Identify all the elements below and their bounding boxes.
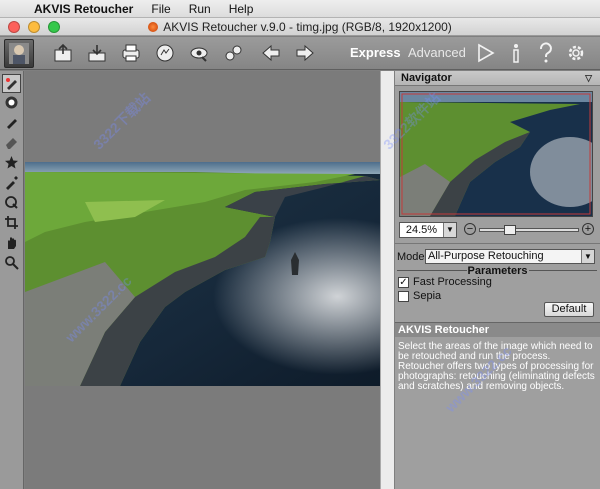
mode-row: Mode: All-Purpose Retouching ▼ [395, 243, 600, 265]
menu-app-name[interactable]: AKVIS Retoucher [34, 2, 133, 16]
help-title: AKVIS Retoucher [395, 322, 600, 337]
tool-palette [0, 71, 24, 489]
settings-panel: Navigator ▽ 24.5% ▼ − + Mode: All-Purpos… [380, 71, 600, 489]
fast-processing-option[interactable]: ✓ Fast Processing [398, 276, 492, 288]
window-title: AKVIS Retoucher v.9.0 - timg.jpg (RGB/8,… [0, 20, 600, 34]
patch-icon[interactable] [2, 93, 21, 112]
hand-icon[interactable] [2, 233, 21, 252]
akvis-logo-button[interactable] [4, 39, 34, 68]
navigator-header: Navigator ▽ [395, 71, 600, 86]
zoom-in-button[interactable]: + [582, 223, 594, 235]
express-mode-tab[interactable]: Express [350, 45, 401, 60]
fast-processing-label: Fast Processing [413, 276, 492, 288]
sepia-label: Sepia [413, 290, 442, 302]
sepia-option[interactable]: Sepia [398, 290, 441, 302]
save-icon[interactable] [84, 41, 110, 65]
app-icon [148, 22, 159, 32]
settings-preset-icon[interactable] [220, 41, 246, 65]
zoom-slider-thumb[interactable] [504, 225, 516, 235]
divider [529, 270, 597, 271]
chevron-down-icon[interactable]: ▼ [581, 250, 594, 263]
navigator-title: Navigator [401, 72, 452, 84]
info-icon[interactable] [503, 41, 529, 65]
crop-icon[interactable] [2, 213, 21, 232]
fast-processing-checkbox[interactable]: ✓ [398, 276, 409, 288]
retouch-brush-icon[interactable] [2, 74, 21, 93]
zoom-icon[interactable] [2, 253, 21, 272]
open-icon[interactable] [50, 41, 76, 65]
chameleon-icon[interactable] [2, 193, 21, 212]
mode-label: Mode: [397, 251, 428, 263]
photo-cliffs-of-moher[interactable] [25, 162, 380, 386]
menu-run[interactable]: Run [189, 2, 211, 16]
batch-icon[interactable] [186, 41, 212, 65]
main-toolbar: Express Advanced [0, 37, 600, 70]
zoom-slider[interactable] [479, 225, 579, 235]
sepia-checkbox[interactable] [398, 290, 409, 302]
clone-icon[interactable] [2, 113, 21, 132]
zoom-out-button[interactable]: − [464, 223, 476, 235]
forward-arrow-icon[interactable] [292, 41, 318, 65]
dropper-icon[interactable] [2, 173, 21, 192]
menu-help[interactable]: Help [229, 2, 254, 16]
collapse-triangle-icon[interactable]: ▽ [585, 73, 592, 84]
window-title-text: AKVIS Retoucher v.9.0 - timg.jpg (RGB/8,… [163, 20, 452, 34]
print-icon[interactable] [118, 41, 144, 65]
eraser-icon[interactable] [2, 133, 21, 152]
advanced-mode-tab[interactable]: Advanced [408, 45, 466, 60]
help-icon[interactable] [533, 41, 559, 65]
chevron-down-icon[interactable]: ▼ [443, 223, 456, 237]
share-icon[interactable] [152, 41, 178, 65]
mode-select-value: All-Purpose Retouching [428, 250, 544, 262]
star-icon[interactable] [2, 153, 21, 172]
preferences-icon[interactable] [563, 41, 589, 65]
system-menubar: AKVIS Retoucher File Run Help [0, 0, 600, 18]
window-titlebar: AKVIS Retoucher v.9.0 - timg.jpg (RGB/8,… [0, 18, 600, 36]
watermark: 3322下载站 [90, 89, 154, 153]
image-canvas[interactable]: www.3322.cc 3322下载站 [25, 71, 394, 489]
menu-file[interactable]: File [151, 2, 170, 16]
zoom-level-value: 24.5% [405, 224, 438, 236]
back-arrow-icon[interactable] [258, 41, 284, 65]
run-icon[interactable] [472, 41, 498, 65]
mode-select[interactable]: All-Purpose Retouching ▼ [425, 249, 595, 264]
default-button[interactable]: Default [544, 302, 594, 317]
zoom-level-combo[interactable]: 24.5% ▼ [399, 222, 457, 238]
